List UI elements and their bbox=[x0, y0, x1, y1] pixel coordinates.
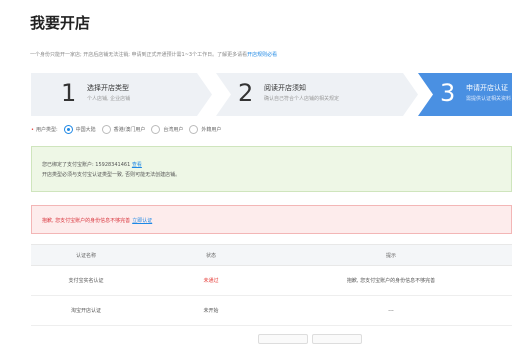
table-row: 淘宝开店认证 未开始 --- bbox=[31, 296, 512, 326]
next-button[interactable] bbox=[312, 334, 362, 344]
radio-taiwan[interactable]: 台湾用户 bbox=[151, 125, 183, 134]
required-mark: • bbox=[31, 126, 34, 133]
col-status-header: 状态 bbox=[205, 252, 216, 259]
radio-mainland-label: 中国大陆 bbox=[75, 127, 96, 133]
rules-link[interactable]: 开店规则必看 bbox=[247, 52, 277, 58]
radio-unchecked-icon bbox=[101, 125, 111, 134]
step-3-number: 3 bbox=[440, 79, 456, 107]
radio-hk-macau[interactable]: 香港/澳门用户 bbox=[101, 125, 146, 134]
radio-hk-macau-label: 香港/澳门用户 bbox=[113, 127, 146, 133]
step-2: 2 阅读开店须知 确认自己符合个人店铺的相关规定 bbox=[216, 73, 418, 116]
step-2-number: 2 bbox=[238, 79, 254, 107]
step-3: 3 申请开店认证 需提供认证相关资料 bbox=[418, 73, 512, 116]
user-type-label: 用户类型: bbox=[35, 127, 58, 133]
radio-unchecked-icon bbox=[189, 125, 199, 134]
page-title: 我要开店 bbox=[30, 14, 91, 32]
verification-table: 认证名称 状态 提示 支付宝实名认证 未通过 抱歉, 您支付宝账户的身份信息不够… bbox=[31, 244, 512, 326]
alipay-notice-line1: 您已绑定了支付宝账户: 15928341461 查看 bbox=[42, 161, 142, 168]
alipay-notice: 您已绑定了支付宝账户: 15928341461 查看 开店类型必须与支付宝认证类… bbox=[31, 146, 512, 192]
intro-text-main: 一个身份只能开一家店; 开店后店铺无法注销; 申请到正式开通预计需1~3个工作日… bbox=[30, 52, 248, 58]
step-progress: 1 选择开店类型 个人店铺, 企业店铺 2 阅读开店须知 确认自己符合个人店铺的… bbox=[31, 73, 512, 116]
step-3-title: 申请开店认证 bbox=[466, 84, 508, 92]
radio-taiwan-label: 台湾用户 bbox=[163, 127, 184, 133]
radio-foreign[interactable]: 外籍用户 bbox=[189, 125, 221, 134]
row-status: 未开始 bbox=[203, 308, 219, 314]
step-1-desc: 个人店铺, 企业店铺 bbox=[87, 96, 131, 102]
step-3-desc: 需提供认证相关资料 bbox=[466, 96, 512, 102]
alipay-account-text: 您已绑定了支付宝账户: 15928341461 bbox=[42, 162, 131, 168]
alipay-notice-line2: 开店类型必须与支付宝认证类型一致, 否则可能无法创建店铺。 bbox=[42, 172, 181, 178]
step-1: 1 选择开店类型 个人店铺, 企业店铺 bbox=[31, 73, 212, 116]
col-tip-header: 提示 bbox=[385, 252, 396, 259]
radio-checked-icon bbox=[63, 125, 73, 134]
table-row: 支付宝实名认证 未通过 抱歉, 您支付宝账户的身份信息不够完善 bbox=[31, 266, 512, 296]
step-1-number: 1 bbox=[61, 79, 77, 107]
col-name-header: 认证名称 bbox=[75, 252, 96, 259]
error-text: 抱歉, 您支付宝账户的身份信息不够完善 bbox=[42, 218, 131, 224]
error-line: 抱歉, 您支付宝账户的身份信息不够完善 立即认证 bbox=[42, 217, 152, 224]
verify-now-link[interactable]: 立即认证 bbox=[132, 218, 152, 224]
prev-button[interactable] bbox=[258, 334, 308, 344]
row-name: 淘宝开店认证 bbox=[70, 308, 101, 314]
radio-unchecked-icon bbox=[151, 125, 161, 134]
error-banner: 抱歉, 您支付宝账户的身份信息不够完善 立即认证 bbox=[31, 205, 512, 234]
view-alipay-link[interactable]: 查看 bbox=[132, 162, 142, 168]
step-2-title: 阅读开店须知 bbox=[264, 84, 306, 92]
radio-mainland[interactable]: 中国大陆 bbox=[63, 125, 96, 134]
step-2-desc: 确认自己符合个人店铺的相关规定 bbox=[264, 96, 340, 102]
row-tip: 抱歉, 您支付宝账户的身份信息不够完善 bbox=[346, 278, 436, 284]
intro-text: 一个身份只能开一家店; 开店后店铺无法注销; 申请到正式开通预计需1~3个工作日… bbox=[30, 51, 277, 58]
radio-foreign-label: 外籍用户 bbox=[201, 127, 222, 133]
row-name: 支付宝实名认证 bbox=[68, 278, 104, 284]
row-status: 未通过 bbox=[203, 278, 219, 284]
step-1-title: 选择开店类型 bbox=[87, 84, 129, 92]
row-tip: --- bbox=[388, 307, 394, 314]
table-header: 认证名称 状态 提示 bbox=[31, 244, 512, 266]
user-type-row: • 用户类型: 中国大陆 香港/澳门用户 台湾用户 外籍用户 bbox=[31, 125, 221, 134]
